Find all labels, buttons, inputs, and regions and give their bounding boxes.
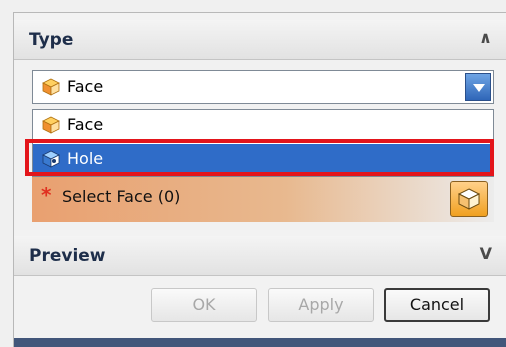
select-face-row[interactable]: * Select Face (0): [32, 174, 494, 222]
dropdown-option-label: Face: [67, 115, 104, 134]
combo-value: Face: [67, 77, 104, 96]
highlight-annotation-box: [25, 139, 494, 176]
select-cube-icon: [457, 188, 481, 210]
type-combo[interactable]: Face: [32, 70, 494, 104]
combo-dropdown-button[interactable]: [465, 73, 491, 101]
face-cube-icon: [42, 116, 60, 134]
type-section-header[interactable]: Type ∧: [14, 20, 506, 60]
preview-section-header[interactable]: Preview V: [14, 236, 506, 276]
select-face-label: Select Face (0): [62, 187, 181, 206]
dialog-bottom-bar: [14, 338, 506, 347]
select-face-button[interactable]: [450, 181, 488, 217]
required-marker: *: [41, 183, 52, 207]
apply-button[interactable]: Apply: [268, 288, 374, 322]
expand-chevron-icon[interactable]: V: [480, 244, 492, 263]
face-cube-icon: [42, 78, 60, 96]
cancel-button[interactable]: Cancel: [384, 288, 490, 322]
dropdown-option-face[interactable]: Face: [33, 110, 493, 140]
type-section-title: Type: [29, 30, 74, 50]
collapse-chevron-icon[interactable]: ∧: [479, 28, 492, 47]
preview-section-title: Preview: [29, 246, 106, 266]
ok-button[interactable]: OK: [151, 288, 257, 322]
